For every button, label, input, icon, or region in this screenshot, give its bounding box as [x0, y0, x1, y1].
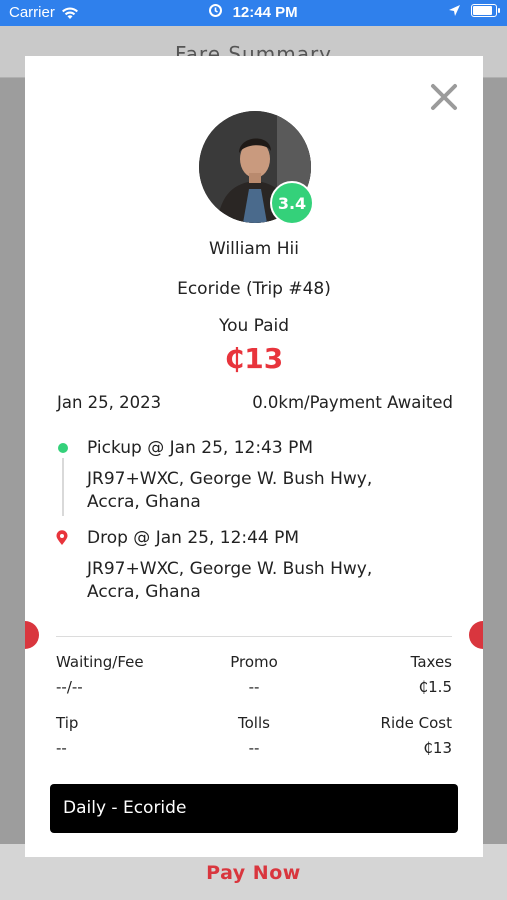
clock-time: 12:44 PM [232, 4, 298, 21]
alarm-clock-icon [209, 4, 223, 17]
drop-address: JR97+WXC, George W. Bush Hwy, Accra, Gha… [87, 559, 373, 602]
ticket-notch-left [25, 621, 39, 649]
driver-name: William Hii [209, 239, 299, 259]
status-bar: Carrier 12:44 PM [0, 0, 507, 26]
close-icon [431, 84, 457, 110]
pay-now-button[interactable]: Pay Now [206, 862, 301, 884]
ride-type-label: Daily - Ecoride [63, 798, 187, 818]
fare-summary-modal: 3.4 William Hii Ecoride (Trip #48) You P… [25, 56, 483, 857]
driver-rating-badge: 3.4 [270, 181, 314, 225]
fare-ride-cost: Ride Cost ₵13 [302, 714, 452, 757]
fare-divider [56, 636, 452, 637]
pickup-dot-icon [58, 443, 68, 453]
driver-avatar-wrapper: 3.4 [199, 111, 314, 225]
trip-distance-status: 0.0km/Payment Awaited [252, 393, 453, 412]
trip-date: Jan 25, 2023 [57, 393, 162, 412]
route-connector [62, 458, 64, 516]
status-center: 12:44 PM [0, 4, 507, 21]
fare-value: ₵13 [423, 739, 452, 757]
battery-icon [471, 4, 500, 17]
fare-label: Taxes [410, 653, 452, 671]
battery-level [473, 6, 492, 15]
fare-taxes: Taxes ₵1.5 [302, 653, 452, 696]
pickup-address: JR97+WXC, George W. Bush Hwy, Accra, Gha… [87, 469, 373, 512]
you-paid-label: You Paid [218, 316, 290, 336]
location-arrow-icon [449, 5, 460, 16]
ride-type-bar: Daily - Ecoride [50, 784, 458, 833]
ticket-notch-right [469, 621, 483, 649]
paid-amount: ₵13 [224, 342, 284, 375]
fare-value: ₵1.5 [418, 678, 452, 696]
status-right [448, 4, 500, 17]
drop-pin-icon [56, 530, 68, 545]
fare-label: Ride Cost [380, 714, 452, 732]
pickup-title: Pickup @ Jan 25, 12:43 PM [87, 438, 314, 458]
fare-breakdown: Waiting/Fee --/-- Promo -- Taxes ₵1.5 Ti… [56, 653, 452, 763]
vehicle-trip-label: Ecoride (Trip #48) [177, 279, 331, 299]
drop-title: Drop @ Jan 25, 12:44 PM [87, 528, 300, 548]
close-button[interactable] [429, 82, 459, 112]
